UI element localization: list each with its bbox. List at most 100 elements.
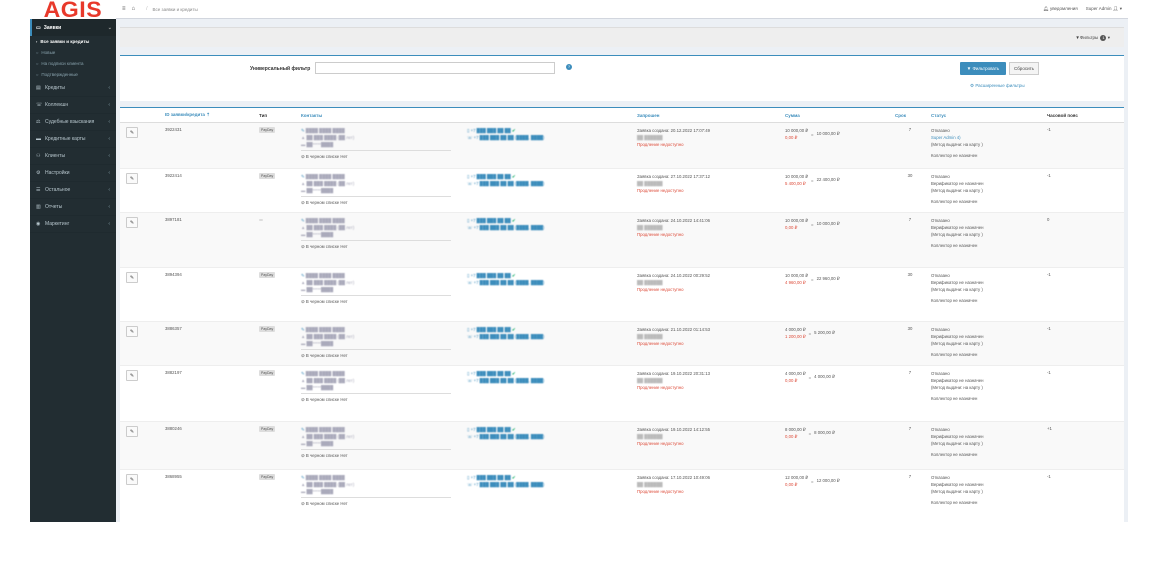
sum-parts: 10 000,00 ₽ 0,00 ₽ <box>785 127 808 141</box>
table-row[interactable]: ✎ 3880246 PayDay ✎ ████ ████ ████ ▲ ██ ███ █… <box>120 421 1124 470</box>
phone-mobile[interactable]: ▯ +7 ███ ███ ██ ██ ✔ <box>467 217 631 224</box>
phone-extra[interactable]: ☏ +7 ███ ███ ██ ██ (████, ████) <box>467 180 631 187</box>
pencil-icon: ✎ <box>129 476 135 483</box>
edit-button[interactable]: ✎ <box>126 127 138 138</box>
sidebar-item[interactable]: ⚇ Клиенты ‹ <box>30 148 116 165</box>
col-timezone[interactable]: Часовой пояс <box>1044 108 1124 123</box>
table-row[interactable]: ✎ 3868955 PayDay ✎ ████ ████ ████ ▲ ██ ███ █… <box>120 469 1124 522</box>
hamburger-icon[interactable]: ≡ <box>122 6 126 12</box>
sum-parts: 4 000,00 ₽ 1 200,00 ₽ <box>785 326 806 340</box>
client-passport: ▬ ██*****████ <box>301 441 334 446</box>
phone-mobile[interactable]: ▯ +7 ███ ███ ██ ██ ✔ <box>467 272 631 279</box>
phone-mobile[interactable]: ▯ +7 ███ ███ ██ ██ ✔ <box>467 474 631 481</box>
chevron-right-icon: › <box>36 39 38 44</box>
reset-filter-button[interactable]: Сбросить <box>1009 62 1039 75</box>
cell-id[interactable]: 3922414 <box>162 168 256 213</box>
table-row[interactable]: ✎ 3897181 ✎ ████ ████ ████ ▲ ██ ███ ████ (█… <box>120 212 1124 268</box>
col-contacts[interactable]: Контакты <box>298 108 464 123</box>
sidebar-item[interactable]: ☏ Коллекшн ‹ <box>30 97 116 114</box>
table-row[interactable]: ✎ 3882197 PayDay ✎ ████ ████ ████ ▲ ██ ███ █… <box>120 365 1124 422</box>
id-icon: ▬ <box>301 385 306 390</box>
phone-extra[interactable]: ☏ +7 ███ ███ ██ ██ (████, ████) <box>467 134 631 141</box>
sidebar-item[interactable]: ☰ Остальное ‹ <box>30 182 116 199</box>
edit-button[interactable]: ✎ <box>126 217 138 228</box>
edit-button[interactable]: ✎ <box>126 370 138 381</box>
apply-filter-button[interactable]: ▼ Фильтровать <box>960 62 1006 75</box>
sidebar-section-applications[interactable]: ▭ Заявки ⌄ <box>30 19 116 36</box>
cell-id[interactable]: 3868955 <box>162 469 256 522</box>
edit-button[interactable]: ✎ <box>126 426 138 437</box>
sidebar-item[interactable]: ▬ Кредитные карты ‹ <box>30 131 116 148</box>
sidebar-item[interactable]: ▥ Отчеты ‹ <box>30 199 116 216</box>
client-name[interactable]: ✎ ████ ████ ████ <box>301 272 461 279</box>
col-edit <box>120 108 162 123</box>
phone-mobile[interactable]: ▯ +7 ███ ███ ██ ██ ✔ <box>467 127 631 134</box>
table-row[interactable]: ✎ 3894394 PayDay ✎ ████ ████ ████ ▲ ██ ███ █… <box>120 267 1124 322</box>
table-row[interactable]: ✎ 3886357 PayDay ✎ ████ ████ ████ ▲ ██ ███ █… <box>120 321 1124 366</box>
breadcrumb[interactable]: Все заявки и кредиты <box>153 7 198 12</box>
blacklist-status: ⊘ В черном списке Нет <box>301 298 461 305</box>
advanced-filters-link[interactable]: ⚙ Расширенные фильтры <box>970 83 1025 89</box>
phone-mobile[interactable]: ▯ +7 ███ ███ ██ ██ ✔ <box>467 173 631 180</box>
check-icon: ✔ <box>511 128 516 133</box>
phone-extra[interactable]: ☏ +7 ███ ███ ██ ██ (████, ████) <box>467 333 631 340</box>
notifications-label: уведомления <box>1049 6 1078 11</box>
cell-id[interactable]: 3880246 <box>162 421 256 470</box>
logo[interactable]: AGIS <box>30 0 116 22</box>
sidebar-subitem[interactable]: › Все заявки и кредиты <box>30 36 116 47</box>
help-icon[interactable]: ? <box>566 64 572 70</box>
col-id[interactable]: ID заявки/кредита ⇡ <box>162 108 256 123</box>
edit-button[interactable]: ✎ <box>126 474 138 485</box>
sidebar-subitem[interactable]: ○ На подписи клиента <box>30 58 116 69</box>
phone-mobile[interactable]: ▯ +7 ███ ███ ██ ██ ✔ <box>467 426 631 433</box>
phone-extra[interactable]: ☏ +7 ███ ███ ██ ██ (████, ████) <box>467 224 631 231</box>
phone-extra[interactable]: ☏ +7 ███ ███ ██ ██ (████, ████) <box>467 481 631 488</box>
id-icon: ▬ <box>301 142 306 147</box>
client-name[interactable]: ✎ ████ ████ ████ <box>301 217 461 224</box>
phone-mobile[interactable]: ▯ +7 ███ ███ ██ ██ ✔ <box>467 370 631 377</box>
cell-id[interactable]: 3886357 <box>162 321 256 366</box>
col-term[interactable]: Срок <box>892 108 928 123</box>
home-icon[interactable]: ⌂ <box>132 6 136 12</box>
sidebar-item[interactable]: ▤ Кредиты ‹ <box>30 80 116 97</box>
sidebar-item[interactable]: ⚖ Судебные взыскания ‹ <box>30 114 116 131</box>
verifier[interactable]: Super Admin 4) <box>931 134 1041 141</box>
edit-button[interactable]: ✎ <box>126 173 138 184</box>
cell-id[interactable]: 3897181 <box>162 212 256 268</box>
col-requested[interactable]: Запрошен <box>634 108 782 123</box>
cell-id[interactable]: 3882197 <box>162 365 256 422</box>
sidebar-subitem[interactable]: ○ Новые <box>30 47 116 58</box>
table-row[interactable]: ✎ 3922414 PayDay ✎ ████ ████ ████ ▲ ██ ███ █… <box>120 168 1124 213</box>
chevron-left-icon: ‹ <box>108 85 110 91</box>
col-sum[interactable]: Сумма <box>782 108 892 123</box>
phone-extra[interactable]: ☏ +7 ███ ███ ██ ██ (████, ████) <box>467 279 631 286</box>
client-name[interactable]: ✎ ████ ████ ████ <box>301 426 461 433</box>
user-menu[interactable]: Super Admin 👤︎ ▾ <box>1086 6 1122 12</box>
client-name[interactable]: ✎ ████ ████ ████ <box>301 173 461 180</box>
client-name[interactable]: ✎ ████ ████ ████ <box>301 370 461 377</box>
chevron-left-icon: ‹ <box>108 102 110 108</box>
sidebar-item[interactable]: ⚙ Настройки ‹ <box>30 165 116 182</box>
col-type[interactable]: Тип <box>256 108 298 123</box>
filters-toggle[interactable]: ▼Фильтры 1 ▾ <box>1075 34 1110 41</box>
cell-id[interactable]: 3922431 <box>162 122 256 169</box>
edit-button[interactable]: ✎ <box>126 272 138 283</box>
universal-filter-label: Универсальный фильтр <box>250 66 311 72</box>
cell-id[interactable]: 3894394 <box>162 267 256 322</box>
created-at: Заявка создана: 17.10.2022 10:49:06 <box>637 475 711 480</box>
sum-total: 22 400,00 ₽ <box>816 177 840 182</box>
phone-extra[interactable]: ☏ +7 ███ ███ ██ ██ (████, ████) <box>467 377 631 384</box>
col-status[interactable]: Статус <box>928 108 1044 123</box>
edit-button[interactable]: ✎ <box>126 326 138 337</box>
client-name[interactable]: ✎ ████ ████ ████ <box>301 127 461 134</box>
notifications-button[interactable]: 🔔︎ уведомления <box>1043 6 1078 12</box>
client-name[interactable]: ✎ ████ ████ ████ <box>301 326 461 333</box>
table-row[interactable]: ✎ 3922431 PayDay ✎ ████ ████ ████ ▲ ██ ███ █… <box>120 122 1124 169</box>
phone-extra[interactable]: ☏ +7 ███ ███ ██ ██ (████, ████) <box>467 433 631 440</box>
phone-mobile[interactable]: ▯ +7 ███ ███ ██ ██ ✔ <box>467 326 631 333</box>
sidebar-subitem[interactable]: ○ Подтвержденные <box>30 69 116 80</box>
sidebar-item[interactable]: ◉ Маркетинг ‹ <box>30 216 116 233</box>
client-name[interactable]: ✎ ████ ████ ████ <box>301 474 461 481</box>
universal-filter-input[interactable] <box>315 62 555 74</box>
extension-status: Продление недоступно <box>637 385 684 390</box>
